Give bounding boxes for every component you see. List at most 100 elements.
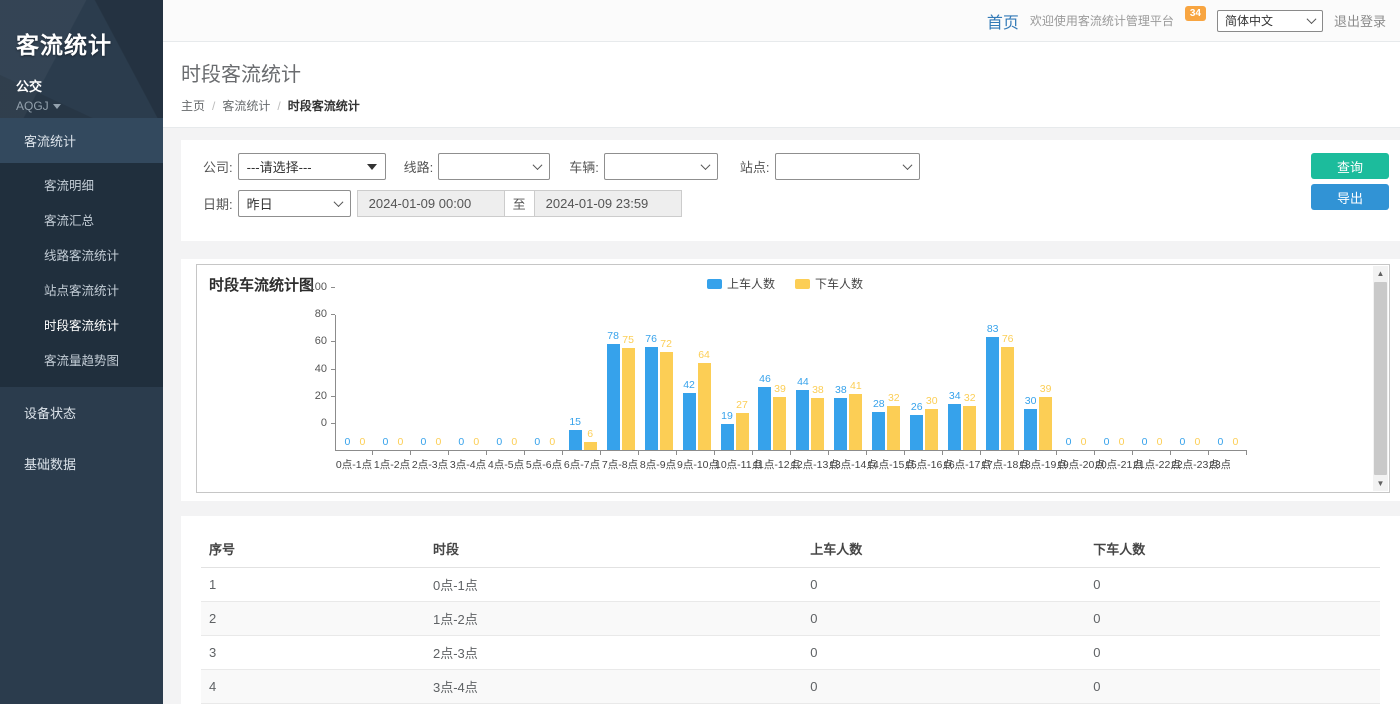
- sidebar-subitem[interactable]: 客流汇总: [0, 202, 163, 237]
- bar-boarding: 76: [645, 333, 658, 450]
- chevron-down-icon: [1307, 14, 1317, 24]
- col-header-period: 时段: [425, 530, 802, 568]
- company-select[interactable]: ---请选择---: [238, 153, 386, 180]
- bar-value-label: 64: [698, 349, 710, 361]
- x-axis-label: 7点-8点: [601, 457, 639, 472]
- bar-value-label: 0: [496, 436, 502, 448]
- station-label: 站点:: [740, 157, 770, 176]
- scrollbar-up-arrow-icon[interactable]: ▲: [1373, 266, 1388, 281]
- sidebar-subitem[interactable]: 线路客流统计: [0, 237, 163, 272]
- date-start-input[interactable]: 2024-01-09 00:00: [357, 190, 505, 217]
- x-axis-tick: [335, 451, 373, 455]
- legend-label: 上车人数: [727, 275, 775, 292]
- x-axis-ticks: [335, 451, 1247, 455]
- table-cell: 3: [201, 636, 425, 670]
- station-select[interactable]: [775, 153, 920, 180]
- bar-group: 8376: [981, 314, 1019, 450]
- bar-boarding: 0: [1214, 436, 1227, 450]
- search-button[interactable]: 查询: [1311, 153, 1389, 179]
- x-axis-label: 23点-24点: [1209, 457, 1230, 472]
- user-menu[interactable]: AQGJ: [16, 99, 147, 113]
- logout-link[interactable]: 退出登录: [1334, 11, 1386, 30]
- bar-alighting: 0: [1153, 436, 1166, 450]
- breadcrumb: 主页 / 客流统计 / 时段客流统计: [181, 97, 1380, 114]
- bar-value-label: 0: [345, 436, 351, 448]
- chart-scrollbar[interactable]: ▲ ▼: [1373, 266, 1388, 491]
- bar-boarding: 0: [1100, 436, 1113, 450]
- x-axis-label: 18点-19点: [1019, 457, 1057, 472]
- date-label: 日期:: [203, 194, 233, 213]
- breadcrumb-separator: /: [277, 99, 280, 113]
- bar-value-label: 0: [1195, 436, 1201, 448]
- table-cell: 0: [802, 568, 1085, 602]
- chevron-down-icon: [902, 160, 912, 170]
- table-row: 21点-2点00: [201, 602, 1380, 636]
- y-axis-label: 40: [293, 363, 327, 375]
- sidebar-subitem[interactable]: 客流明细: [0, 167, 163, 202]
- y-axis-label: 60: [293, 335, 327, 347]
- bar-value-label: 75: [622, 334, 634, 346]
- bar-group: 2630: [905, 314, 943, 450]
- x-axis-tick: [753, 451, 791, 455]
- bar-group: 2832: [867, 314, 905, 450]
- sidebar-section-1[interactable]: 设备状态: [0, 387, 163, 438]
- x-axis-label: 3点-4点: [449, 457, 487, 472]
- language-select[interactable]: 简体中文: [1217, 10, 1323, 32]
- page-title: 时段客流统计: [181, 58, 1380, 87]
- date-preset-select[interactable]: 昨日: [238, 190, 351, 217]
- topbar-home-link[interactable]: 首页: [987, 9, 1019, 33]
- bar-value-label: 0: [511, 436, 517, 448]
- y-axis-tick: [331, 369, 335, 370]
- breadcrumb-parent[interactable]: 客流统计: [222, 97, 270, 114]
- chart-bars: 0000000000001567875767242641927463944383…: [335, 315, 1247, 451]
- bar-value-label: 42: [683, 379, 695, 391]
- bar-value-label: 46: [759, 373, 771, 385]
- sidebar-section-0[interactable]: 客流统计: [0, 118, 163, 163]
- bar-boarding: 15: [569, 416, 582, 450]
- table-cell: 2点-3点: [425, 636, 802, 670]
- sidebar-header: 客流统计 公交 AQGJ: [0, 0, 163, 118]
- bar-group: 7672: [640, 314, 678, 450]
- bar-rect: [660, 352, 673, 450]
- bar-alighting: 27: [736, 399, 749, 450]
- bar-rect: [1024, 409, 1037, 450]
- table-cell: 0: [802, 670, 1085, 704]
- bar-value-label: 0: [1066, 436, 1072, 448]
- table-cell: 4: [201, 670, 425, 704]
- company-selected-value: ---请选择---: [247, 157, 312, 176]
- legend-item-alighting[interactable]: 下车人数: [795, 275, 863, 292]
- sidebar-subitem[interactable]: 站点客流统计: [0, 272, 163, 307]
- bar-group: 3841: [829, 314, 867, 450]
- chevron-down-icon: [333, 197, 343, 207]
- bar-group: 00: [374, 314, 412, 450]
- table-cell: 0: [802, 636, 1085, 670]
- legend-item-boarding[interactable]: 上车人数: [707, 275, 775, 292]
- table-row: 10点-1点00: [201, 568, 1380, 602]
- bar-value-label: 44: [797, 376, 809, 388]
- breadcrumb-home[interactable]: 主页: [181, 97, 205, 114]
- sidebar-subitem[interactable]: 时段客流统计: [0, 307, 163, 342]
- x-axis-label: 20点-21点: [1095, 457, 1133, 472]
- bar-boarding: 34: [948, 390, 961, 450]
- date-end-input[interactable]: 2024-01-09 23:59: [534, 190, 682, 217]
- main-area: 首页 欢迎使用客流统计管理平台 34 简体中文 退出登录 时段客流统计 主页 /…: [163, 0, 1400, 704]
- bar-alighting: 64: [698, 349, 711, 450]
- table-cell: 0: [802, 602, 1085, 636]
- sidebar-section-2[interactable]: 基础数据: [0, 438, 163, 489]
- sidebar-subitem[interactable]: 客流量趋势图: [0, 342, 163, 377]
- bar-boarding: 44: [796, 376, 809, 450]
- bar-boarding: 0: [1138, 436, 1151, 450]
- vehicle-select[interactable]: [604, 153, 718, 180]
- scrollbar-thumb[interactable]: [1374, 282, 1387, 475]
- content: 公司: ---请选择--- 线路: 车辆: 站点: 日期: [163, 128, 1400, 704]
- line-select[interactable]: [438, 153, 550, 180]
- export-button[interactable]: 导出: [1311, 184, 1389, 210]
- legend-swatch-blue: [707, 279, 722, 289]
- table-cell: 0点-1点: [425, 568, 802, 602]
- table-cell: 1点-2点: [425, 602, 802, 636]
- x-axis-label: 17点-18点: [981, 457, 1019, 472]
- x-axis-label: 5点-6点: [525, 457, 563, 472]
- bar-value-label: 34: [949, 390, 961, 402]
- scrollbar-down-arrow-icon[interactable]: ▼: [1373, 476, 1388, 491]
- legend-swatch-yellow: [795, 279, 810, 289]
